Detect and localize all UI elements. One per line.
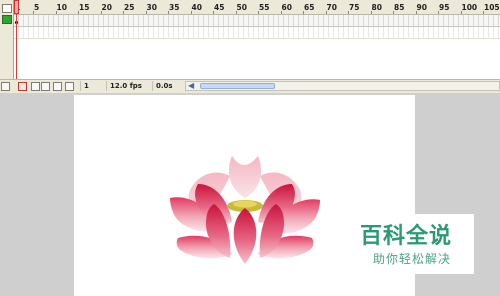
ruler-label: 15: [79, 3, 90, 12]
ruler-tick: [235, 11, 237, 14]
ruler-tick: [438, 11, 439, 14]
ruler-tick: [258, 11, 259, 14]
frame-grid[interactable]: [14, 15, 500, 80]
ruler-tick: [100, 11, 102, 14]
ruler-label: 85: [394, 3, 405, 12]
ruler-label: 20: [101, 3, 112, 12]
ruler-tick: [78, 11, 79, 14]
ruler-tick: [415, 11, 417, 14]
ruler-label: 25: [124, 3, 135, 12]
lotus-flower-image[interactable]: [170, 154, 320, 266]
ruler-label: 40: [191, 3, 202, 12]
ruler-label: 105: [484, 3, 500, 12]
layer-normal-icon[interactable]: [2, 4, 12, 13]
ruler-tick: [55, 11, 57, 14]
layer-selected-icon[interactable]: [2, 15, 12, 24]
ruler-label: 50: [236, 3, 247, 12]
ruler-tick: [370, 11, 372, 14]
ruler-tick: [325, 11, 327, 14]
watermark-box: 百科全说 助你轻松解决: [354, 214, 474, 274]
timeline-horizontal-scrollbar[interactable]: ◀: [185, 81, 500, 91]
ruler-tick: [348, 11, 349, 14]
ruler-tick: [33, 11, 34, 14]
onion-outline-icon[interactable]: [41, 82, 50, 91]
playhead-line: [16, 14, 17, 80]
ruler-tick: [280, 11, 282, 14]
center-frame-icon[interactable]: [18, 82, 27, 91]
frame-ruler[interactable]: 1510152025303540455055606570758085909510…: [14, 0, 500, 15]
ruler-label: 30: [146, 3, 157, 12]
ruler-label: 75: [349, 3, 360, 12]
ruler-tick: [145, 11, 147, 14]
frame-row-layer-1[interactable]: [14, 15, 500, 27]
ruler-label: 65: [304, 3, 315, 12]
frame-rate[interactable]: 12.0 fps: [106, 81, 150, 91]
watermark-title: 百科全说: [360, 224, 453, 249]
lotus-petal: [233, 208, 257, 264]
playhead-handle[interactable]: [14, 0, 19, 14]
ruler-tick: [213, 11, 214, 14]
watermark-subtitle: 助你轻松解决: [373, 252, 452, 266]
ruler-label: 10: [56, 3, 67, 12]
scroll-thumb[interactable]: [200, 83, 275, 89]
ruler-tick: [303, 11, 304, 14]
delete-layer-icon[interactable]: [1, 82, 10, 91]
current-frame: 1: [80, 81, 108, 91]
ruler-label: 35: [169, 3, 180, 12]
ruler-label: 55: [259, 3, 270, 12]
playhead[interactable]: [14, 0, 19, 80]
ruler-label: 100: [461, 3, 478, 12]
ruler-label: 60: [281, 3, 292, 12]
ruler-tick: [168, 11, 169, 14]
edit-multiple-frames-icon[interactable]: [53, 82, 62, 91]
ruler-tick: [460, 11, 462, 14]
ruler-label: 70: [326, 3, 337, 12]
modify-onion-markers-icon[interactable]: [65, 82, 74, 91]
lotus-stamens-highlight: [233, 200, 257, 208]
ruler-tick: [393, 11, 394, 14]
ruler-tick: [123, 11, 124, 14]
onion-skin-icon[interactable]: [31, 82, 40, 91]
ruler-label: 95: [439, 3, 450, 12]
timeline-panel: 1510152025303540455055606570758085909510…: [0, 0, 500, 93]
layer-column: [0, 0, 14, 80]
frame-row-empty: [14, 27, 500, 39]
ruler-tick: [483, 11, 484, 14]
ruler-label: 90: [416, 3, 427, 12]
elapsed-time: 0.0s: [152, 81, 182, 91]
scroll-left-arrow-icon[interactable]: ◀: [188, 82, 194, 90]
timeline-status-bar: 1 12.0 fps 0.0s ◀: [0, 79, 500, 93]
ruler-label: 80: [371, 3, 382, 12]
ruler-label: 5: [34, 3, 40, 12]
ruler-tick: [190, 11, 192, 14]
lotus-petal: [228, 156, 262, 198]
ruler-label: 45: [214, 3, 225, 12]
